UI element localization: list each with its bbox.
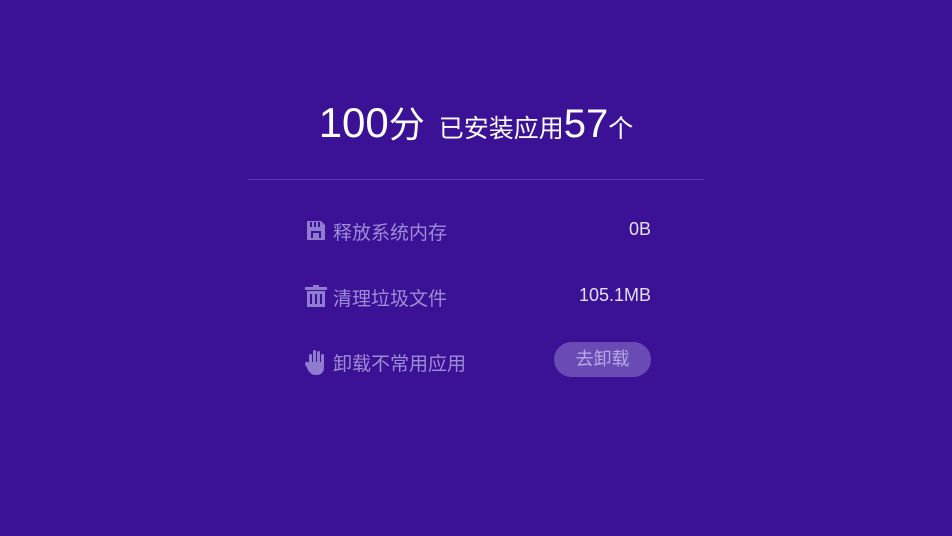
score-unit: 分	[388, 105, 425, 146]
clean-junk-row[interactable]: 清理垃圾文件 105.1MB	[303, 276, 653, 316]
trash-icon	[303, 283, 329, 309]
score-value: 100	[318, 99, 389, 146]
memory-card-icon	[303, 217, 329, 243]
uninstall-apps-label: 卸载不常用应用	[333, 353, 467, 375]
cleaner-page: 100分 已安装应用57个 释放系统内存 0B 清理垃圾文件 105.1MB 卸…	[0, 0, 952, 536]
free-memory-label: 释放系统内存	[333, 222, 448, 244]
clean-junk-value: 105.1MB	[578, 285, 651, 305]
divider	[248, 179, 704, 180]
clean-junk-label: 清理垃圾文件	[333, 288, 448, 310]
summary-header: 100分 已安装应用57个	[0, 96, 952, 148]
installed-apps-label: 已安装应用	[438, 114, 564, 143]
free-memory-row[interactable]: 释放系统内存 0B	[303, 210, 653, 250]
free-memory-value: 0B	[628, 219, 651, 239]
go-uninstall-button[interactable]: 去卸载	[554, 342, 651, 377]
uninstall-apps-row: 卸载不常用应用 去卸载	[303, 341, 653, 381]
installed-apps-count: 57	[563, 102, 609, 146]
installed-apps-unit: 个	[608, 114, 634, 143]
hand-icon	[303, 348, 329, 375]
